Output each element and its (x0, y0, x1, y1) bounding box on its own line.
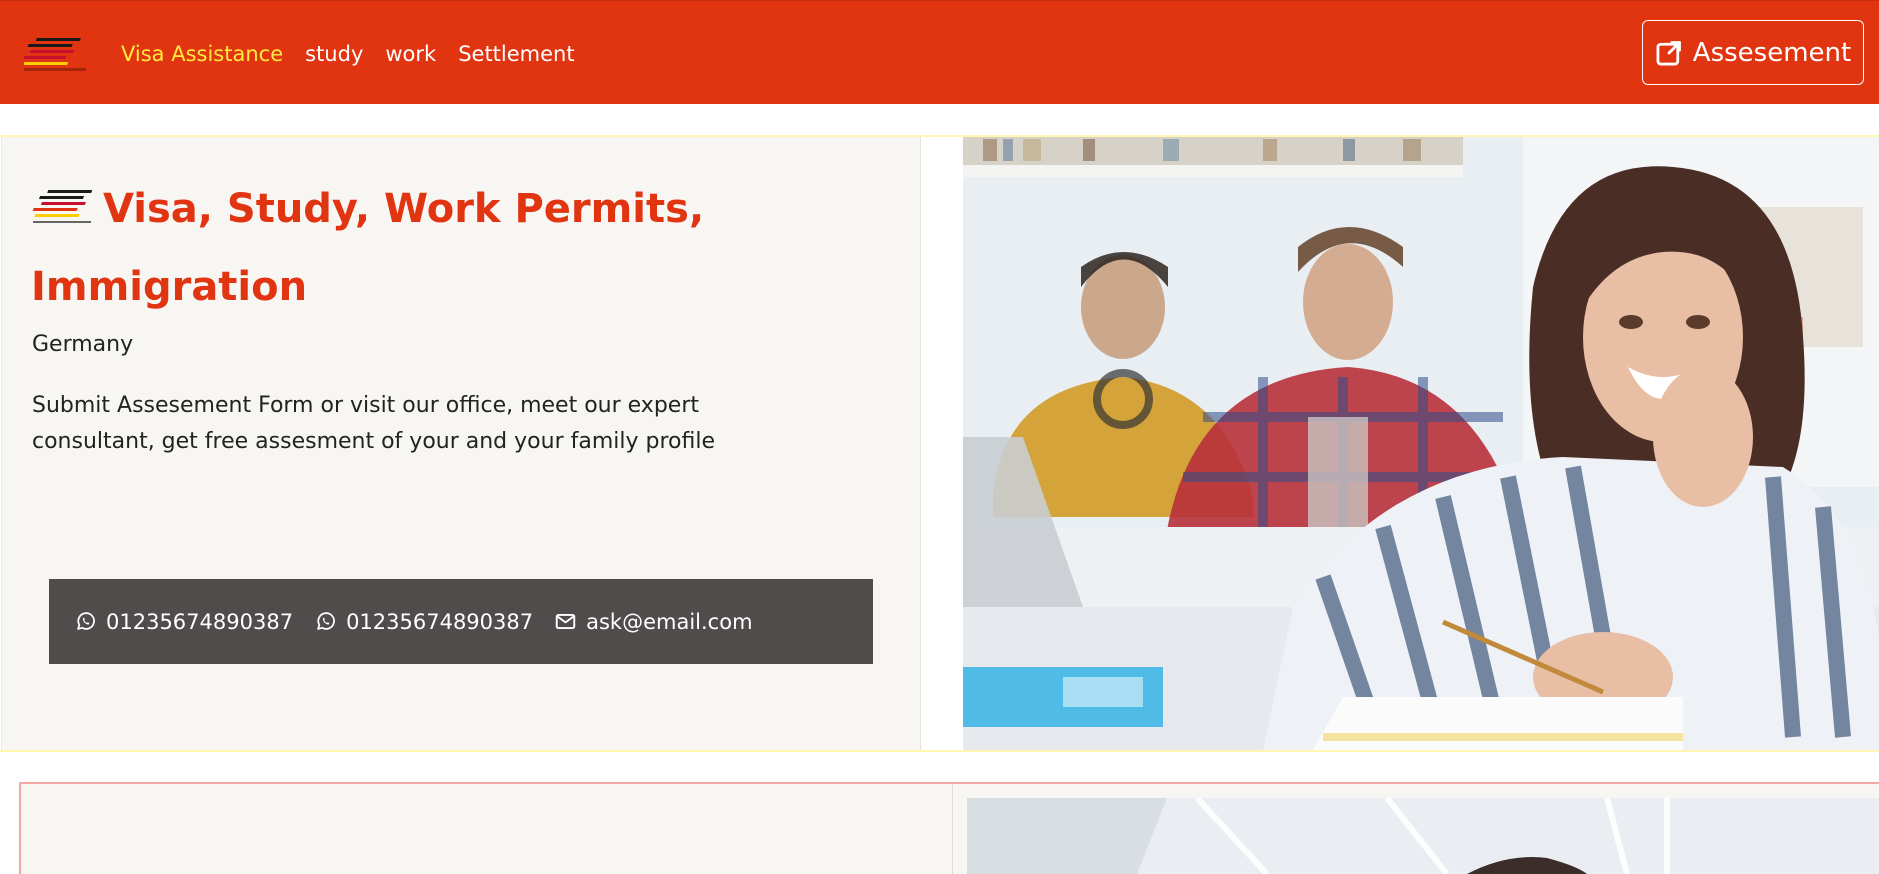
email-address: ask@email.com (586, 609, 753, 634)
whatsapp-contact-2[interactable]: 01235674890387 (315, 610, 533, 634)
nav-link-work[interactable]: work (385, 40, 436, 68)
email-contact[interactable]: ask@email.com (555, 609, 753, 634)
nav-links: Visa Assistance study work Settlement (121, 40, 575, 68)
nav-link-study[interactable]: study (305, 40, 363, 68)
hero-country: Germany (32, 332, 134, 357)
hero-description: Submit Assesement Form or visit our offi… (32, 393, 715, 454)
assessment-button[interactable]: Assesement (1642, 20, 1864, 85)
whatsapp-icon (77, 612, 95, 630)
assessment-button-label: Assesement (1692, 37, 1852, 68)
hero-title-text: Visa, Study, Work Permits, Immigration (31, 186, 705, 310)
students-in-classroom-photo (963, 137, 1879, 750)
external-link-icon (1656, 40, 1681, 65)
title-logo (31, 176, 95, 223)
top-navbar: Visa Assistance study work Settlement As… (0, 0, 1879, 104)
whatsapp-number-2: 01235674890387 (346, 609, 534, 634)
hero-divider-bottom (0, 750, 1879, 752)
whatsapp-icon (317, 612, 335, 630)
hero-title: Visa, Study, Work Permits, Immigration (31, 170, 731, 326)
contact-bar: 01235674890387 01235674890387 ask@email.… (49, 579, 873, 664)
nav-link-visa-assistance[interactable]: Visa Assistance (121, 40, 283, 68)
envelope-icon (555, 613, 576, 630)
brand-logo[interactable] (21, 35, 86, 73)
classroom-photo (967, 798, 1879, 874)
whatsapp-contact-1[interactable]: 01235674890387 (75, 610, 293, 634)
second-section-divider (952, 784, 953, 874)
whatsapp-number-1: 01235674890387 (106, 609, 294, 634)
nav-link-settlement[interactable]: Settlement (458, 40, 574, 68)
